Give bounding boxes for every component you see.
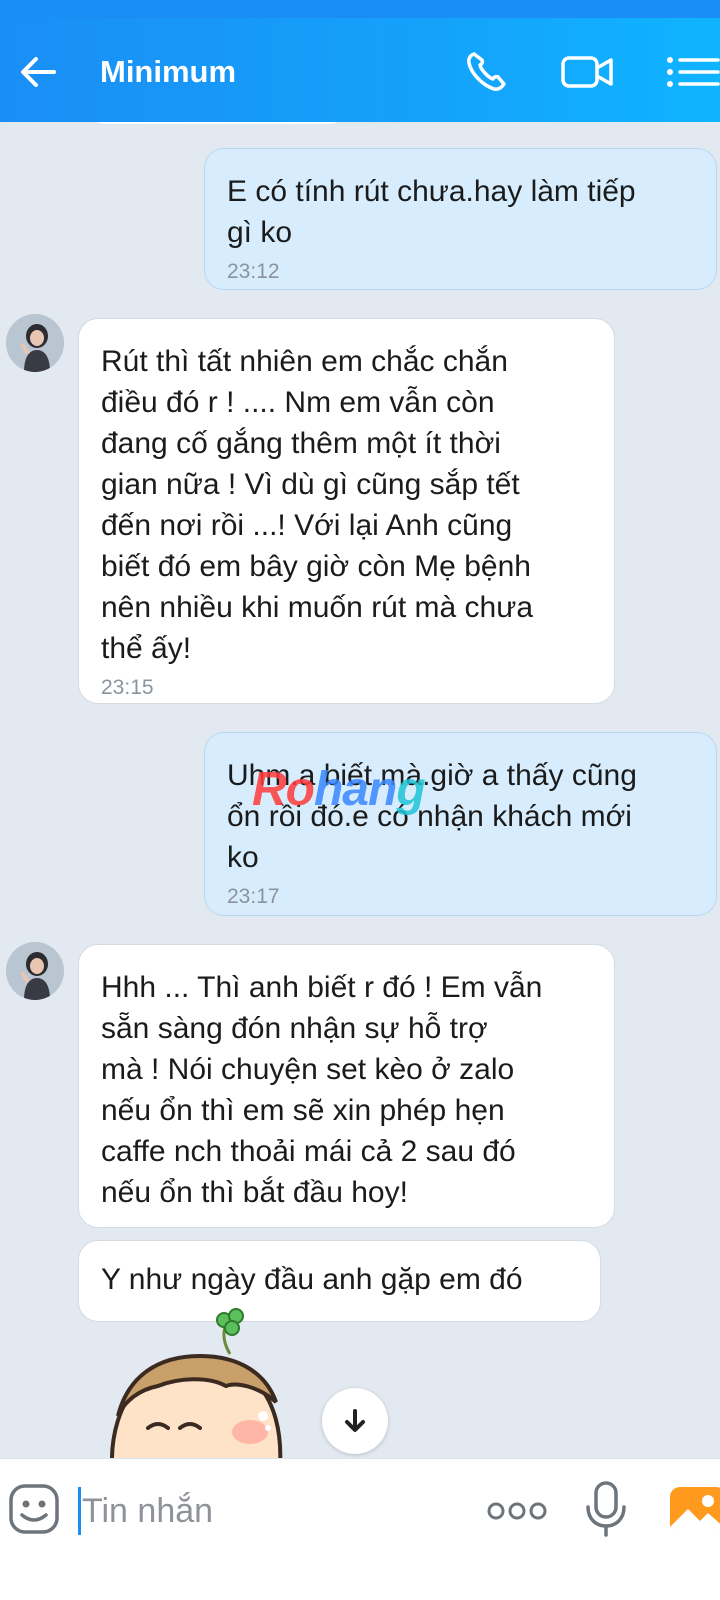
message-list[interactable]: E có tính rút chưa.hay làm tiếp gì ko 23… <box>0 122 720 1458</box>
contact-avatar[interactable] <box>6 314 64 372</box>
text-cursor <box>78 1487 81 1535</box>
message-time: 23:12 <box>227 260 280 283</box>
system-navigation-bar <box>0 1564 720 1600</box>
message-time: 23:17 <box>227 885 280 908</box>
message-composer <box>0 1458 720 1564</box>
phone-call-icon[interactable] <box>462 48 510 96</box>
more-options-icon[interactable] <box>486 1491 548 1531</box>
message-text: Y như ngày đầu anh gặp em đó <box>101 1263 523 1296</box>
video-call-icon[interactable] <box>560 48 616 96</box>
message-text: Uhm.a biết mà.giờ a thấy cũng ổn rồi đó.… <box>227 759 637 874</box>
message-time: 23:15 <box>101 676 154 699</box>
previous-message-edge <box>92 122 342 124</box>
contact-avatar[interactable] <box>6 942 64 1000</box>
status-bar <box>0 0 720 18</box>
outgoing-message[interactable]: E có tính rút chưa.hay làm tiếp gì ko 23… <box>204 148 717 290</box>
incoming-message[interactable]: Hhh ... Thì anh biết r đó ! Em vẫn sẵn s… <box>78 944 615 1228</box>
arrow-down-icon <box>345 1409 365 1432</box>
incoming-message[interactable]: Rút thì tất nhiên em chắc chắn điều đó r… <box>78 318 615 704</box>
message-input[interactable] <box>82 1481 462 1541</box>
outgoing-message[interactable]: Uhm.a biết mà.giờ a thấy cũng ổn rồi đó.… <box>204 732 717 916</box>
message-text: E có tính rút chưa.hay làm tiếp gì ko <box>227 175 636 249</box>
photo-gallery-icon[interactable] <box>668 1483 720 1539</box>
message-text: Rút thì tất nhiên em chắc chắn điều đó r… <box>101 345 533 665</box>
contact-name[interactable]: Minimum <box>100 54 236 90</box>
chat-header: Minimum <box>0 18 720 122</box>
menu-list-icon[interactable] <box>664 48 720 96</box>
microphone-icon[interactable] <box>584 1479 628 1539</box>
sticker-image[interactable] <box>108 1306 298 1458</box>
message-text: Hhh ... Thì anh biết r đó ! Em vẫn sẵn s… <box>101 971 543 1209</box>
emoji-icon[interactable] <box>8 1483 60 1535</box>
scroll-to-bottom-button[interactable] <box>322 1388 388 1454</box>
back-arrow-icon[interactable] <box>16 50 60 94</box>
